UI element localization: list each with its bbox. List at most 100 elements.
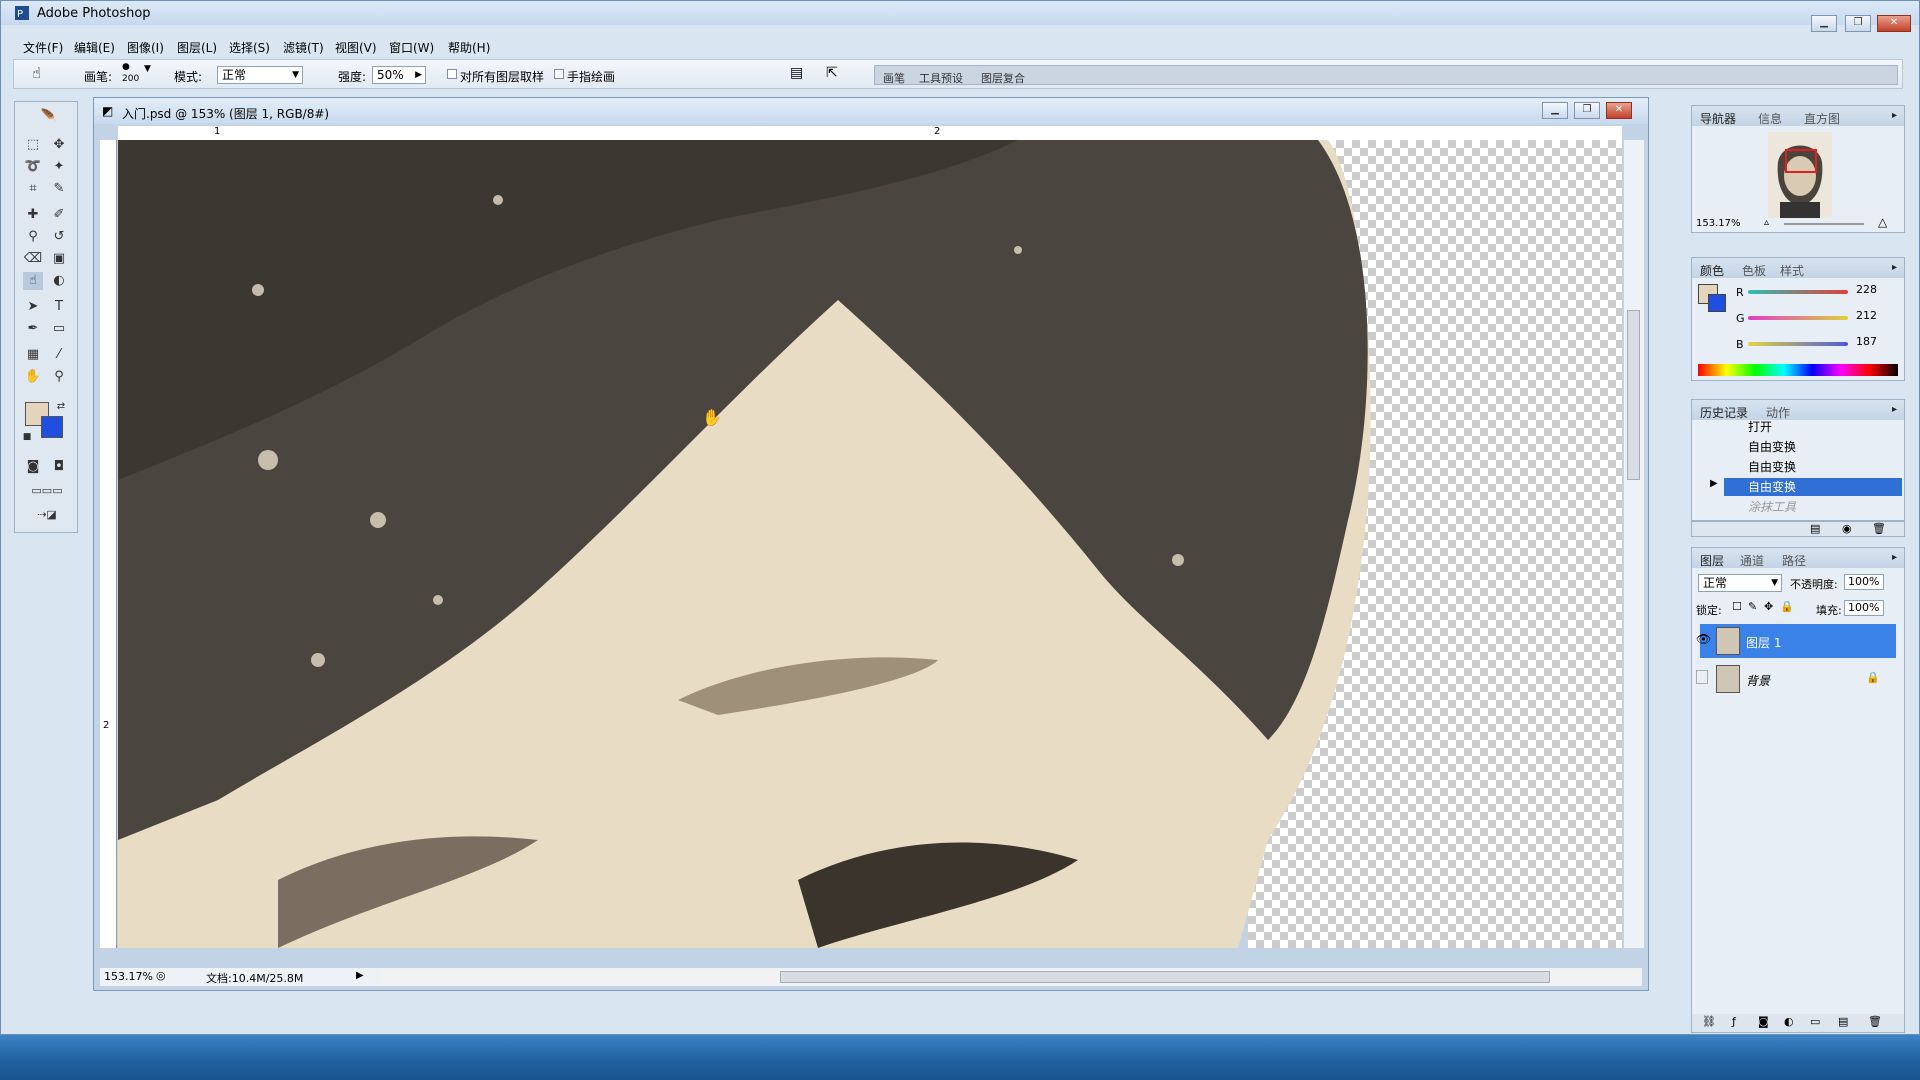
vertical-scrollbar[interactable] xyxy=(1624,140,1644,948)
green-slider[interactable] xyxy=(1748,316,1848,320)
opacity-input[interactable]: 100% xyxy=(1844,574,1884,590)
tab-layers[interactable]: 图层 xyxy=(1700,552,1724,569)
path-select-icon[interactable]: ➤ xyxy=(23,298,43,316)
panel-menu-icon[interactable]: ▸ xyxy=(1892,110,1897,121)
vertical-scroll-thumb[interactable] xyxy=(1627,310,1640,480)
background-color-swatch[interactable] xyxy=(1708,294,1726,312)
history-item-undone[interactable]: 涂抹工具 xyxy=(1724,498,1902,516)
new-layer-icon[interactable]: ▤ xyxy=(1838,1015,1848,1028)
tab-color[interactable]: 颜色 xyxy=(1700,262,1724,279)
lock-all-icon[interactable]: 🔒 xyxy=(1780,600,1794,613)
default-colors-icon[interactable]: ■ xyxy=(17,428,37,446)
lock-brush-icon[interactable]: ✎ xyxy=(1748,600,1757,613)
image-canvas[interactable]: ✋ xyxy=(118,140,1622,948)
finger-paint-checkbox[interactable] xyxy=(554,69,564,79)
zoom-in-icon[interactable]: △ xyxy=(1878,215,1887,229)
swap-colors-icon[interactable]: ⇄ xyxy=(51,398,71,416)
strength-input[interactable]: 50% ▶ xyxy=(372,66,426,84)
bridge-icon[interactable]: ⇱ xyxy=(826,65,838,81)
maximize-button[interactable]: ❐ xyxy=(1845,15,1871,32)
visibility-toggle[interactable] xyxy=(1696,670,1708,684)
brush-picker-chevron-icon[interactable]: ▼ xyxy=(144,64,151,74)
eyedropper-tool-icon[interactable]: ⁄ xyxy=(49,346,69,364)
clone-stamp-icon[interactable]: ⚲ xyxy=(23,228,43,246)
link-layers-icon[interactable]: ⛓ xyxy=(1702,1015,1716,1028)
smudge-tool-icon[interactable]: ☝ xyxy=(32,64,41,82)
layer-row-selected[interactable]: 👁 图层 1 xyxy=(1696,624,1896,658)
color-spectrum-ramp[interactable] xyxy=(1698,364,1898,376)
lock-transparency-icon[interactable]: ☐ xyxy=(1732,600,1742,613)
layer-style-icon[interactable]: ƒ xyxy=(1732,1015,1736,1028)
navigator-zoom[interactable]: 153.17% xyxy=(1696,218,1741,229)
screen-mode-icon[interactable]: ▭▭▭ xyxy=(19,482,75,500)
quick-mask-icon[interactable]: ◘ xyxy=(49,458,69,476)
menu-help[interactable]: 帮助(H) xyxy=(448,39,490,56)
shape-tool-icon[interactable]: ▭ xyxy=(49,320,69,338)
menu-view[interactable]: 视图(V) xyxy=(335,39,377,56)
zoom-out-icon[interactable]: ▵ xyxy=(1764,217,1769,228)
layer-name[interactable]: 背景 xyxy=(1746,672,1770,689)
dodge-tool-icon[interactable]: ◐ xyxy=(49,272,69,290)
jump-to-imageready-icon[interactable]: ⇢◪ xyxy=(19,506,75,524)
menu-edit[interactable]: 编辑(E) xyxy=(74,39,115,56)
history-item[interactable]: 自由变换 xyxy=(1724,458,1902,476)
panel-menu-icon[interactable]: ▸ xyxy=(1892,552,1897,563)
well-tab-tool-presets[interactable]: 工具预设 xyxy=(919,70,963,86)
green-value[interactable]: 212 xyxy=(1856,309,1877,322)
blue-slider[interactable] xyxy=(1748,342,1848,346)
close-button[interactable]: ✕ xyxy=(1877,15,1911,32)
red-value[interactable]: 228 xyxy=(1856,283,1877,296)
layer-mask-icon[interactable]: ◙ xyxy=(1758,1015,1769,1028)
background-color-swatch[interactable] xyxy=(41,416,63,438)
fill-input[interactable]: 100% xyxy=(1844,600,1884,616)
doc-minimize-button[interactable]: ▁ xyxy=(1542,102,1568,119)
navigator-thumbnail[interactable] xyxy=(1768,132,1832,218)
tab-histogram[interactable]: 直方图 xyxy=(1804,110,1840,127)
history-item[interactable]: 打开 xyxy=(1724,418,1902,436)
eye-icon[interactable]: 👁 xyxy=(1696,632,1711,646)
trash-icon[interactable]: 🗑 xyxy=(1872,522,1886,535)
slice-tool-icon[interactable]: ✎ xyxy=(49,180,69,198)
new-group-icon[interactable]: ▭ xyxy=(1810,1015,1820,1028)
panel-menu-icon[interactable]: ▸ xyxy=(1892,404,1897,415)
history-item-selected[interactable]: 自由变换 xyxy=(1724,478,1902,496)
menu-image[interactable]: 图像(I) xyxy=(127,39,164,56)
horizontal-scrollbar[interactable] xyxy=(380,970,1640,984)
sample-all-checkbox[interactable] xyxy=(447,69,457,79)
panel-menu-icon[interactable]: ▸ xyxy=(1892,262,1897,273)
zoom-slider[interactable] xyxy=(1784,223,1864,225)
tab-channels[interactable]: 通道 xyxy=(1740,552,1764,569)
tab-navigator[interactable]: 导航器 xyxy=(1700,110,1736,127)
history-brush-icon[interactable]: ↺ xyxy=(49,228,69,246)
marquee-tool-icon[interactable]: ⬚ xyxy=(23,136,43,154)
history-item[interactable]: 自由变换 xyxy=(1724,438,1902,456)
brush-size[interactable]: 200 xyxy=(122,74,139,84)
trash-icon[interactable]: 🗑 xyxy=(1868,1015,1882,1028)
tab-info[interactable]: 信息 xyxy=(1758,110,1782,127)
magic-wand-tool-icon[interactable]: ✦ xyxy=(49,158,69,176)
smudge-tool-icon[interactable]: ☝ xyxy=(23,272,43,290)
blend-mode-select[interactable]: 正常 ▼ xyxy=(1698,574,1782,592)
snapshot-icon[interactable]: ◉ xyxy=(1842,522,1852,535)
layer-row[interactable]: 背景 🔒 xyxy=(1696,662,1896,696)
well-tab-brushes[interactable]: 画笔 xyxy=(883,70,905,86)
healing-brush-icon[interactable]: ✚ xyxy=(23,206,43,224)
menu-layer[interactable]: 图层(L) xyxy=(177,39,217,56)
doc-maximize-button[interactable]: ❐ xyxy=(1574,102,1600,119)
new-document-icon[interactable]: ▤ xyxy=(1810,522,1820,535)
doc-close-button[interactable]: ✕ xyxy=(1606,102,1632,119)
notes-tool-icon[interactable]: ▦ xyxy=(23,346,43,364)
type-tool-icon[interactable]: T xyxy=(49,298,69,316)
lasso-tool-icon[interactable]: ➰ xyxy=(23,158,43,176)
status-icon[interactable]: ◎ xyxy=(156,969,166,982)
menu-select[interactable]: 选择(S) xyxy=(229,39,270,56)
status-menu-arrow-icon[interactable]: ▶ xyxy=(356,970,364,981)
minimize-button[interactable]: ▁ xyxy=(1811,15,1837,32)
gradient-tool-icon[interactable]: ▣ xyxy=(49,250,69,268)
zoom-level[interactable]: 153.17% xyxy=(104,970,153,983)
menu-file[interactable]: 文件(F) xyxy=(23,39,63,56)
tab-paths[interactable]: 路径 xyxy=(1782,552,1806,569)
tab-styles[interactable]: 样式 xyxy=(1780,262,1804,279)
tab-swatches[interactable]: 色板 xyxy=(1742,262,1766,279)
red-slider[interactable] xyxy=(1748,290,1848,294)
